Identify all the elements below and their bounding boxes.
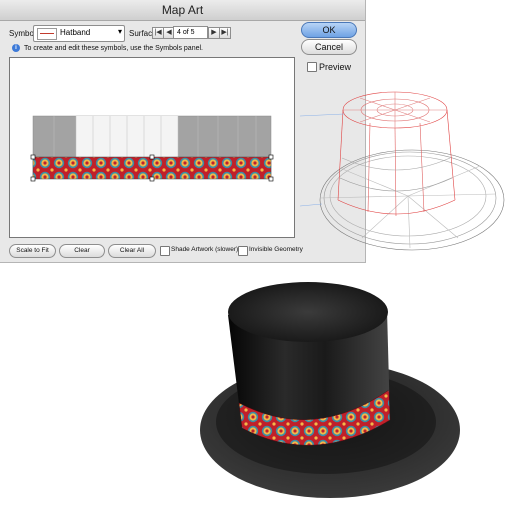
scale-to-fit-button[interactable]: Scale to Fit <box>9 244 56 258</box>
clear-all-button[interactable]: Clear All <box>108 244 156 258</box>
symbol-swatch <box>37 28 57 40</box>
hatband-artwork <box>32 156 272 180</box>
ok-button[interactable]: OK <box>301 22 357 38</box>
rendered-top-hat <box>200 282 460 498</box>
chevron-down-icon: ▾ <box>117 27 122 36</box>
invisible-geometry-label: Invisible Geometry <box>249 246 303 253</box>
preview-checkbox[interactable] <box>307 62 317 72</box>
symbol-value: Hatband <box>60 28 91 37</box>
hat-top <box>228 282 388 342</box>
info-text: To create and edit these symbols, use th… <box>24 45 203 52</box>
preview-label: Preview <box>319 62 352 72</box>
dialog-title: Map Art <box>0 0 365 21</box>
shade-artwork-label: Shade Artwork (slower) <box>171 246 239 253</box>
clear-button[interactable]: Clear <box>59 244 105 258</box>
info-icon: i <box>12 44 20 52</box>
wireframe-hat <box>300 91 505 251</box>
shade-artwork-checkbox[interactable] <box>160 246 170 256</box>
map-art-canvas[interactable] <box>9 57 295 238</box>
surface-map <box>30 115 274 182</box>
invisible-geometry-checkbox[interactable] <box>238 246 248 256</box>
cancel-button[interactable]: Cancel <box>301 39 357 55</box>
surface-field[interactable]: 4 of 5 <box>173 26 208 39</box>
last-surface-icon[interactable]: ▶| <box>219 27 231 39</box>
symbol-select[interactable]: Hatband ▾ <box>33 25 125 42</box>
